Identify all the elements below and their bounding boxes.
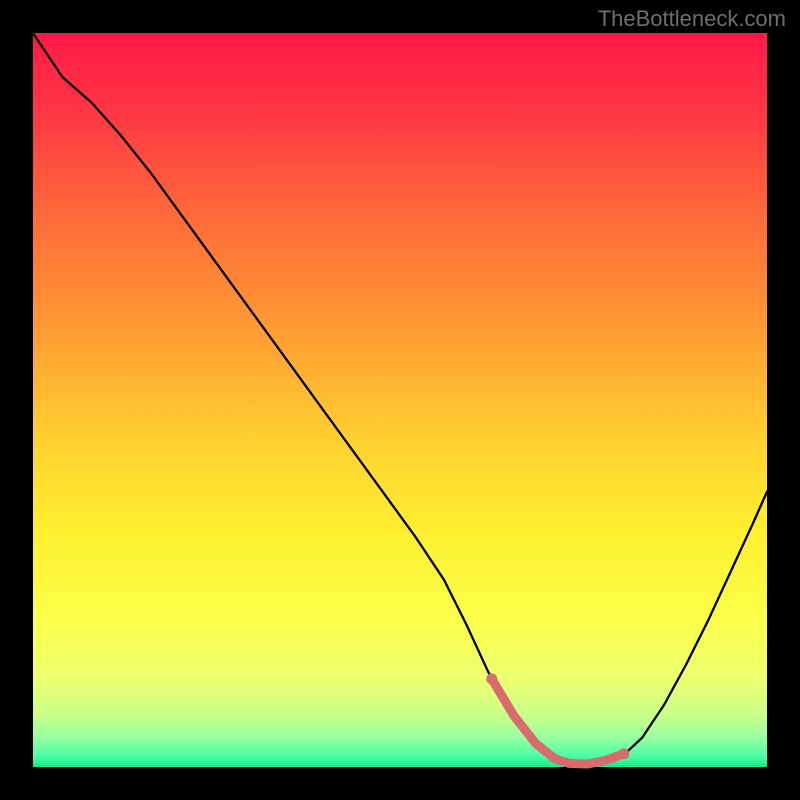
watermark-text: TheBottleneck.com	[598, 6, 786, 32]
chart-container: { "watermark": "TheBottleneck.com", "col…	[0, 0, 800, 800]
plot-area	[33, 33, 767, 767]
bottleneck-curve	[33, 33, 767, 767]
